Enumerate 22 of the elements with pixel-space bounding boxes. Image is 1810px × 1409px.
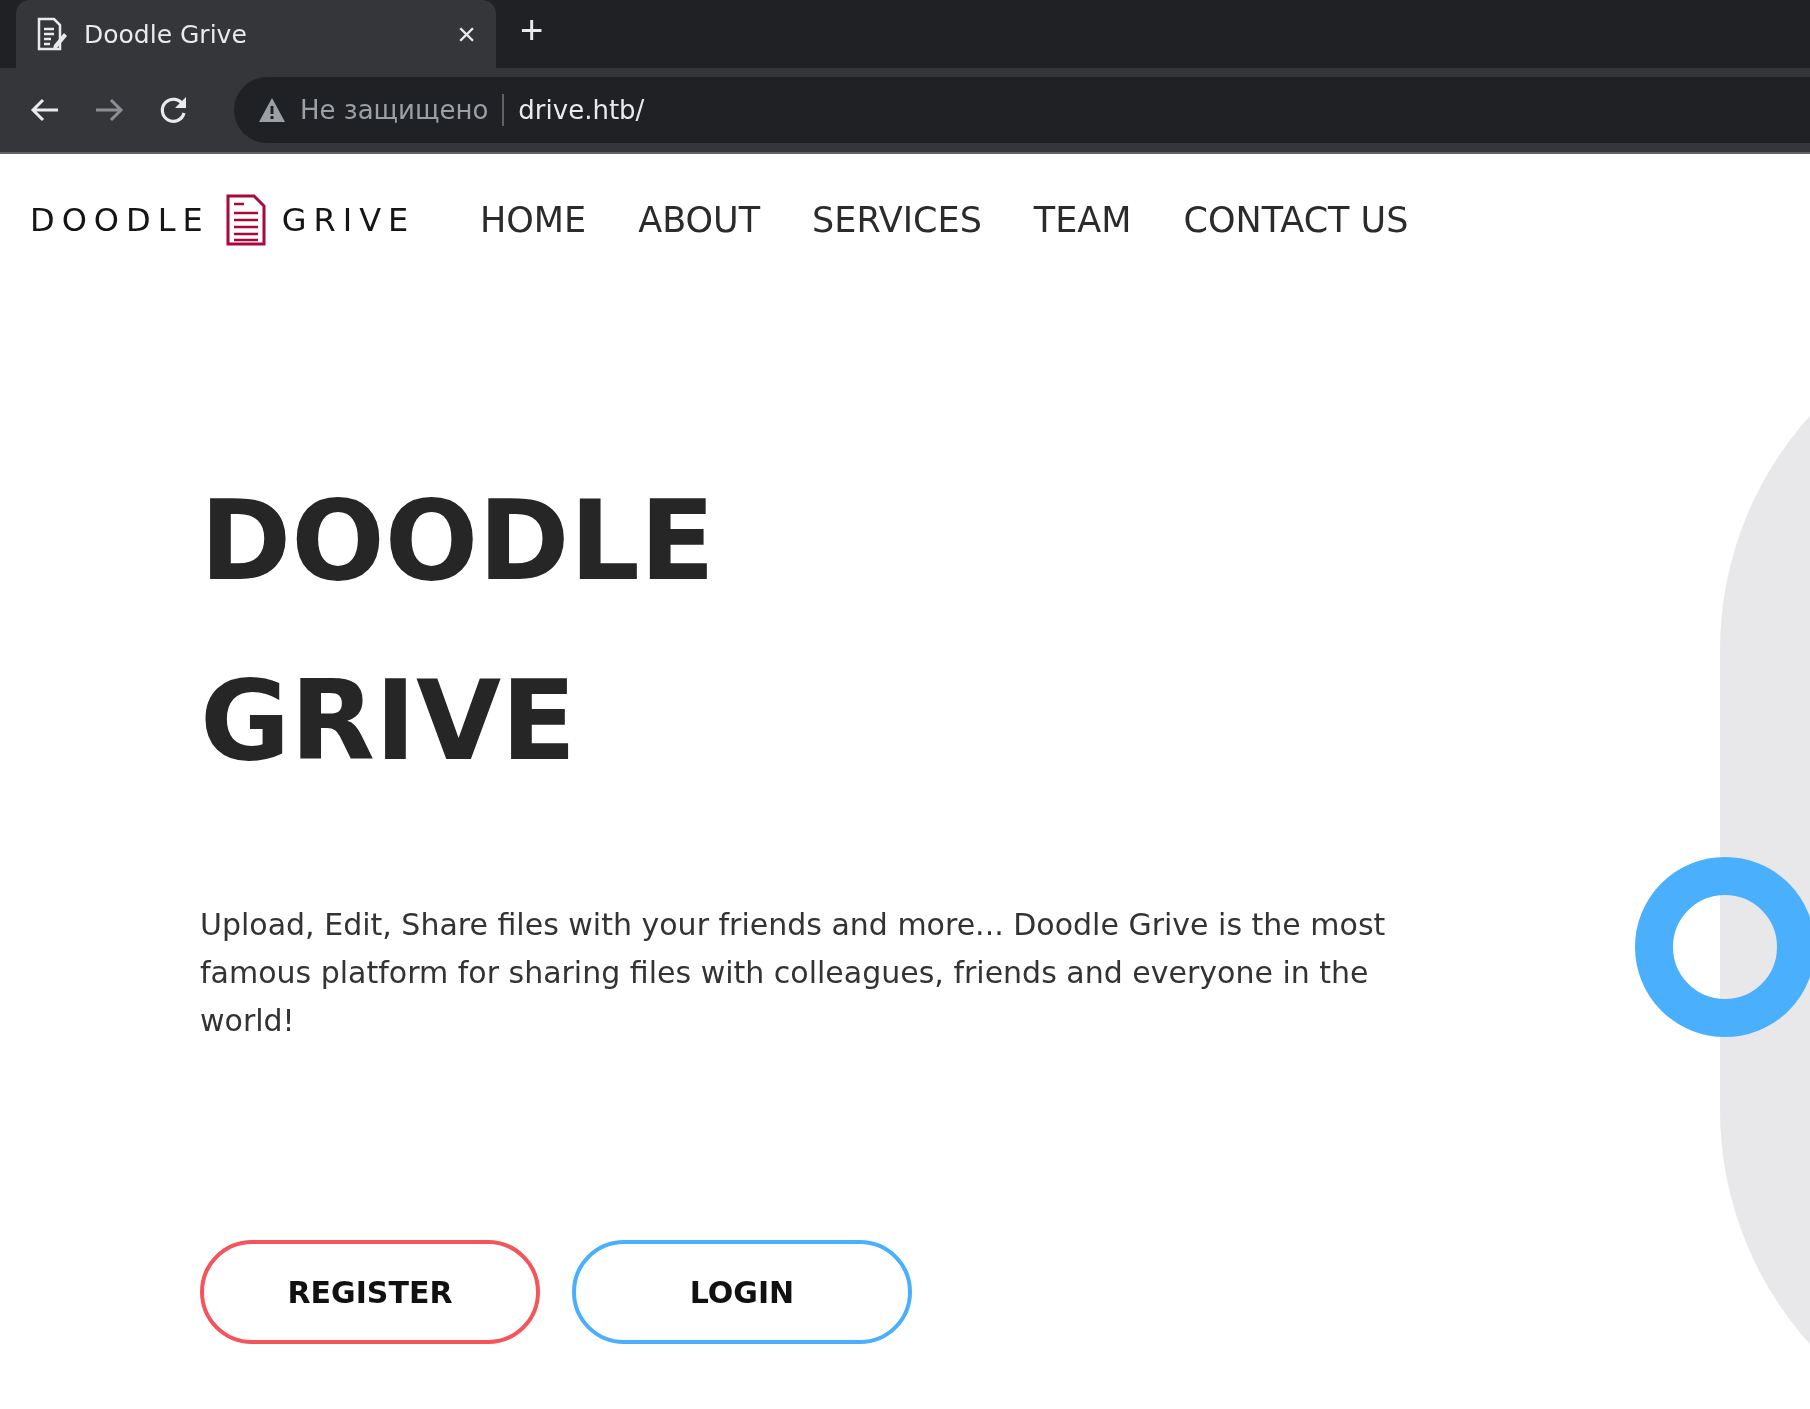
address-bar[interactable]: Не защищено drive.htb/	[234, 77, 1810, 143]
hero-description: Upload, Edit, Share files with your friends and more... Doodle Grive is the most famous platform for sharing files with colleagues, friends and everyone in the world!	[200, 906, 1387, 1040]
logo-text: GRIVE	[281, 201, 416, 239]
security-label: Не защищено	[300, 95, 489, 125]
close-tab-button[interactable]: ×	[457, 18, 476, 50]
url-text: drive.htb/	[518, 95, 645, 125]
hero-title: DOODLE	[200, 476, 716, 607]
document-icon	[225, 194, 266, 246]
new-tab-button[interactable]: +	[514, 9, 550, 51]
register-button[interactable]: REGISTER	[200, 1240, 540, 1344]
browser-tab[interactable]: Doodle Grive ×	[16, 0, 496, 68]
nav-link[interactable]: SERVICES	[812, 200, 982, 240]
nav-link[interactable]: TEAM	[1033, 200, 1132, 240]
logo-text: DOODLE	[30, 201, 210, 239]
document-icon	[36, 17, 68, 51]
nav-link[interactable]: CONTACT US	[1183, 200, 1409, 240]
tab-title: Doodle Grive	[84, 19, 248, 49]
nav-link[interactable]: HOME	[480, 200, 587, 240]
warning-icon	[258, 97, 286, 123]
hero-title: GRIVE	[200, 656, 578, 787]
nav-link[interactable]: ABOUT	[638, 200, 761, 240]
login-button[interactable]: LOGIN	[572, 1240, 912, 1344]
